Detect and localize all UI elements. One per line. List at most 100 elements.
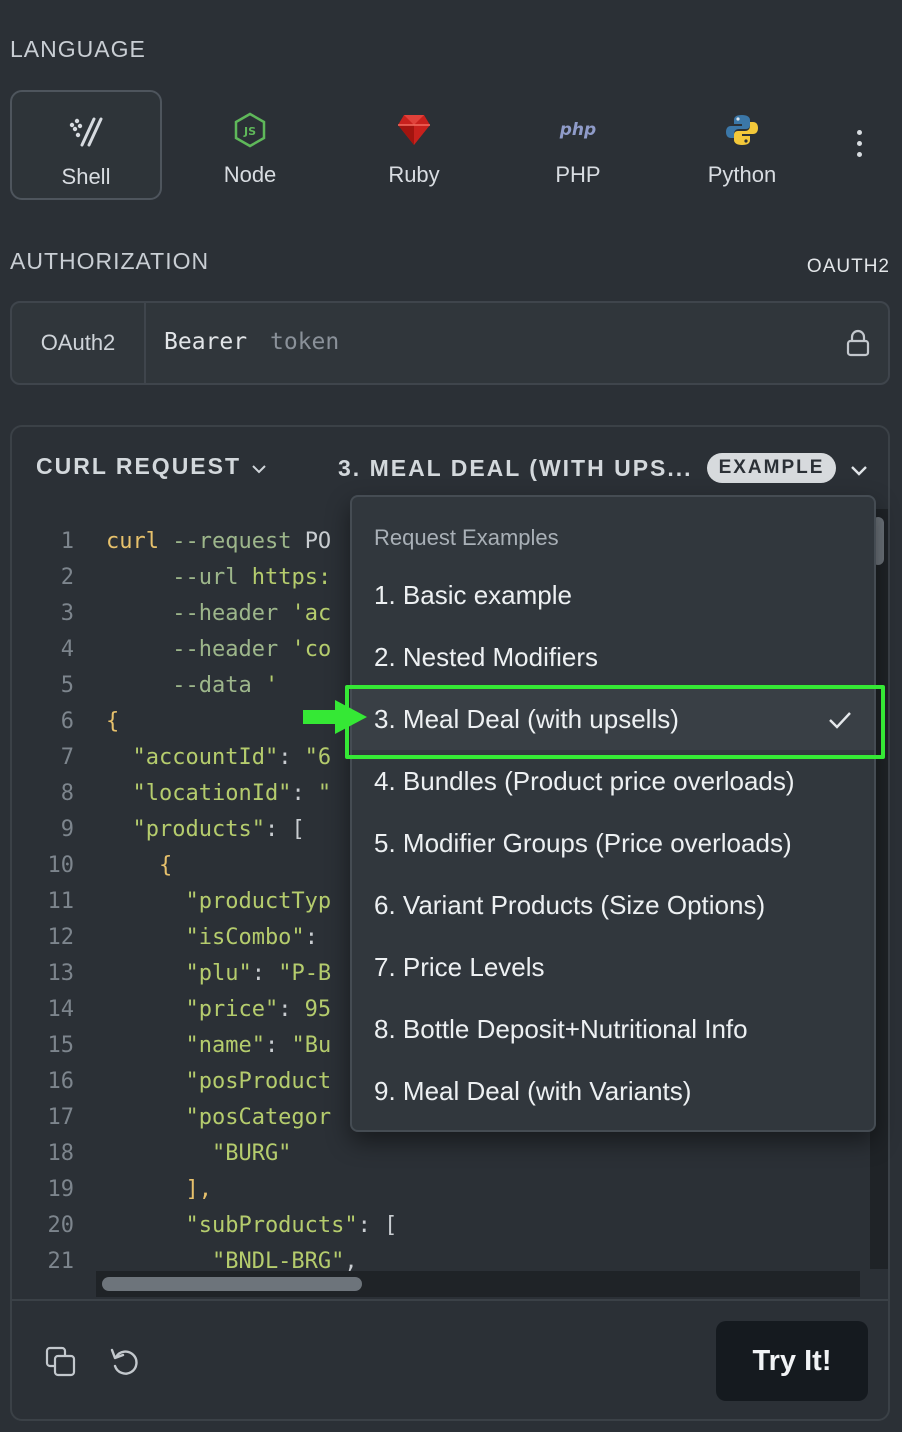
code-text: "products": [ bbox=[106, 817, 305, 842]
code-text: "posCategor bbox=[106, 1105, 332, 1130]
tab-node-label: Node bbox=[223, 162, 277, 187]
ruby-icon bbox=[396, 110, 432, 150]
line-number: 10 bbox=[47, 853, 75, 878]
tab-python-label: Python bbox=[707, 162, 777, 187]
arrow-right-icon bbox=[303, 700, 367, 739]
php-icon: php bbox=[559, 120, 597, 140]
line-number: 6 bbox=[60, 709, 74, 734]
menu-item-example-5[interactable]: 5. Modifier Groups (Price overloads) bbox=[352, 812, 874, 874]
code-text: "accountId": "6 bbox=[106, 745, 332, 770]
code-text: "BURG" bbox=[106, 1141, 292, 1166]
horizontal-scroll-thumb[interactable] bbox=[102, 1277, 362, 1291]
svg-text:JS: JS bbox=[243, 125, 256, 138]
request-language-label: CURL REQUEST bbox=[36, 453, 242, 479]
menu-item-label: 2. Nested Modifiers bbox=[374, 641, 598, 672]
line-number: 14 bbox=[47, 997, 75, 1022]
example-badge: EXAMPLE bbox=[706, 453, 837, 483]
line-number: 15 bbox=[47, 1033, 75, 1058]
line-number: 21 bbox=[47, 1249, 75, 1271]
menu-item-label: 1. Basic example bbox=[374, 579, 572, 610]
auth-type-label: OAuth2 bbox=[12, 303, 146, 383]
chevron-down-icon bbox=[850, 455, 868, 482]
code-text: --header 'co bbox=[172, 637, 332, 662]
line-number: 12 bbox=[47, 925, 75, 950]
tab-shell[interactable]: Shell bbox=[10, 90, 162, 200]
code-text: --url https: bbox=[172, 565, 332, 590]
lock-icon bbox=[846, 329, 870, 362]
menu-item-label: 7. Price Levels bbox=[374, 951, 545, 982]
menu-item-example-4[interactable]: 4. Bundles (Product price overloads) bbox=[352, 750, 874, 812]
line-number: 17 bbox=[47, 1105, 75, 1130]
language-heading: LANGUAGE bbox=[10, 36, 146, 62]
code-text: curl --request PO bbox=[106, 529, 332, 554]
code-text: --header 'ac bbox=[172, 601, 332, 626]
menu-item-example-7[interactable]: 7. Price Levels bbox=[352, 936, 874, 998]
menu-item-example-1[interactable]: 1. Basic example bbox=[352, 564, 874, 626]
chevron-down-icon bbox=[251, 453, 267, 480]
code-text: "isCombo": bbox=[106, 925, 318, 950]
code-text: "plu": "P-B bbox=[106, 961, 332, 986]
example-selector[interactable]: 3. MEAL DEAL (WITH UPS... EXAMPLE bbox=[338, 453, 868, 483]
menu-item-label: 6. Variant Products (Size Options) bbox=[374, 889, 766, 920]
code-text: "productTyp bbox=[106, 889, 332, 914]
example-selector-label: 3. MEAL DEAL (WITH UPS... bbox=[338, 454, 693, 481]
highlight-box bbox=[345, 685, 885, 759]
copy-icon[interactable] bbox=[44, 1345, 78, 1379]
token-input[interactable] bbox=[270, 325, 790, 359]
menu-title: Request Examples bbox=[374, 525, 559, 550]
line-number: 20 bbox=[47, 1213, 75, 1238]
menu-item-example-6[interactable]: 6. Variant Products (Size Options) bbox=[352, 874, 874, 936]
request-examples-menu: Request Examples 1. Basic example 2. Nest… bbox=[350, 495, 876, 1132]
shell-icon bbox=[68, 112, 104, 152]
menu-item-label: 4. Bundles (Product price overloads) bbox=[374, 765, 795, 796]
reset-icon[interactable] bbox=[108, 1345, 142, 1379]
tab-php[interactable]: php PHP bbox=[502, 90, 654, 200]
line-number: 19 bbox=[47, 1177, 75, 1202]
auth-scheme-label: OAUTH2 bbox=[806, 256, 890, 277]
bearer-prefix: Bearer bbox=[164, 329, 248, 355]
line-number: 9 bbox=[60, 817, 74, 842]
code-text: "subProducts": [ bbox=[106, 1213, 398, 1238]
menu-item-example-9[interactable]: 9. Meal Deal (with Variants) bbox=[352, 1060, 874, 1122]
request-language-selector[interactable]: CURL REQUEST bbox=[36, 453, 267, 480]
line-number: 7 bbox=[60, 745, 74, 770]
code-text: "locationId": " bbox=[106, 781, 332, 806]
nodejs-icon: JS bbox=[234, 110, 266, 150]
line-number: 3 bbox=[60, 601, 74, 626]
line-number: 1 bbox=[60, 529, 74, 554]
line-number: 2 bbox=[60, 565, 74, 590]
line-number: 5 bbox=[60, 673, 74, 698]
menu-item-label: 5. Modifier Groups (Price overloads) bbox=[374, 827, 792, 858]
horizontal-scrollbar[interactable] bbox=[96, 1271, 860, 1297]
tab-python[interactable]: Python bbox=[666, 90, 818, 200]
request-footer: Try It! bbox=[12, 1299, 888, 1419]
more-languages-icon[interactable] bbox=[852, 130, 866, 162]
tab-shell-label: Shell bbox=[61, 164, 111, 189]
menu-item-label: 9. Meal Deal (with Variants) bbox=[374, 1075, 692, 1106]
line-number: 11 bbox=[47, 889, 75, 914]
python-icon bbox=[725, 110, 759, 150]
tab-ruby-label: Ruby bbox=[388, 162, 440, 187]
tab-node[interactable]: JS Node bbox=[174, 90, 326, 200]
code-text: "BNDL-BRG", bbox=[106, 1249, 358, 1271]
code-text: "price": 95 bbox=[106, 997, 332, 1022]
auth-field: OAuth2 Bearer bbox=[10, 301, 890, 385]
tab-ruby[interactable]: Ruby bbox=[338, 90, 490, 200]
menu-item-example-8[interactable]: 8. Bottle Deposit+Nutritional Info bbox=[352, 998, 874, 1060]
authorization-heading: AUTHORIZATION bbox=[10, 248, 210, 274]
line-number: 8 bbox=[60, 781, 74, 806]
menu-item-label: 8. Bottle Deposit+Nutritional Info bbox=[374, 1013, 748, 1044]
line-number: 16 bbox=[47, 1069, 75, 1094]
line-number: 18 bbox=[47, 1141, 75, 1166]
line-number: 4 bbox=[60, 637, 74, 662]
code-text: { bbox=[106, 853, 173, 878]
try-it-button[interactable]: Try It! bbox=[716, 1321, 868, 1401]
code-text: ], bbox=[106, 1177, 212, 1202]
code-text: { bbox=[106, 709, 120, 734]
code-text: --data ' bbox=[172, 673, 279, 698]
code-text: "name": "Bu bbox=[106, 1033, 332, 1058]
code-text: "posProduct bbox=[106, 1069, 332, 1094]
tab-php-label: PHP bbox=[555, 162, 601, 187]
menu-item-example-2[interactable]: 2. Nested Modifiers bbox=[352, 626, 874, 688]
line-number: 13 bbox=[47, 961, 75, 986]
